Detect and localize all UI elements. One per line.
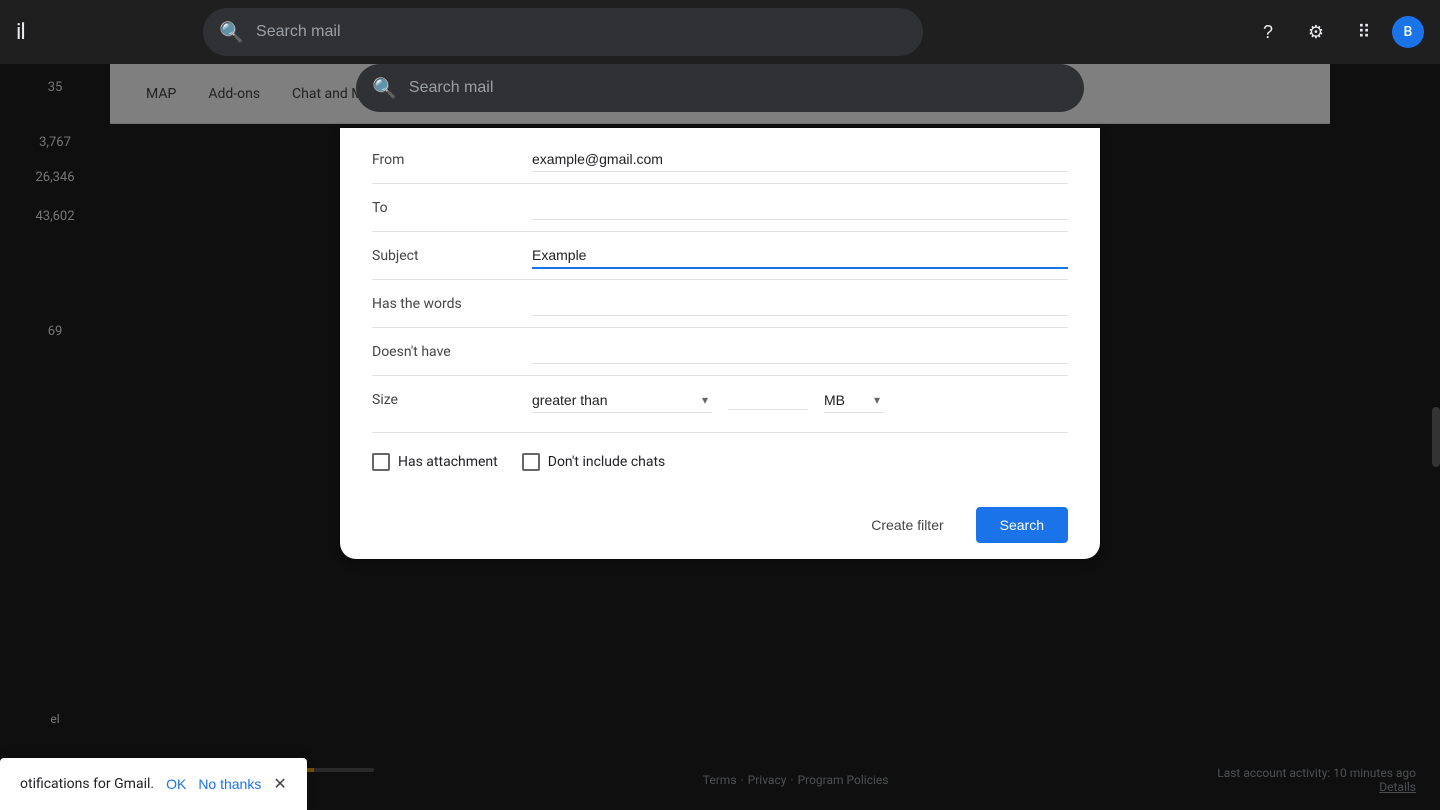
doesnt-have-input[interactable] — [532, 339, 1068, 364]
has-words-label: Has the words — [372, 296, 532, 312]
size-value-input[interactable] — [728, 393, 808, 410]
advanced-search-panel: 🔍 From To Subject — [340, 64, 1100, 559]
to-label: To — [372, 200, 532, 216]
dont-include-chats-checkbox-item[interactable]: Don't include chats — [522, 453, 666, 471]
dropdown-search-icon: 🔍 — [372, 76, 397, 100]
size-value-wrapper — [728, 391, 808, 410]
size-operator-select[interactable]: greater than less than — [532, 388, 712, 413]
has-attachment-label: Has attachment — [398, 454, 498, 470]
size-unit-wrapper: MB KB Bytes — [824, 388, 884, 413]
dont-include-chats-label: Don't include chats — [548, 454, 666, 470]
from-label: From — [372, 152, 532, 168]
from-row: From — [372, 136, 1068, 184]
action-buttons: Create filter Search — [340, 491, 1100, 551]
main-content: MAP Add-ons Chat and Meet Advanced Offli… — [0, 64, 1440, 810]
notification-ok-button[interactable]: OK — [166, 776, 186, 792]
gmail-logo: il — [16, 20, 25, 45]
top-bar-actions: ? ⚙ ⠿ B — [1248, 12, 1424, 52]
search-input[interactable] — [256, 23, 907, 41]
search-form: From To Subject Has the words — [340, 128, 1100, 491]
checkboxes-row: Has attachment Don't include chats — [372, 441, 1068, 483]
settings-button[interactable]: ⚙ — [1296, 12, 1336, 52]
top-bar: il 🔍 ? ⚙ ⠿ B — [0, 0, 1440, 64]
notification-no-thanks-button[interactable]: No thanks — [198, 776, 261, 792]
subject-row: Subject — [372, 232, 1068, 280]
doesnt-have-row: Doesn't have — [372, 328, 1068, 376]
size-label: Size — [372, 392, 532, 408]
dropdown-search-input[interactable] — [409, 79, 1068, 97]
search-dropdown-header[interactable]: 🔍 — [356, 64, 1084, 112]
subject-label: Subject — [372, 248, 532, 264]
has-attachment-checkbox[interactable] — [372, 453, 390, 471]
size-unit-select[interactable]: MB KB Bytes — [824, 388, 884, 413]
from-input[interactable] — [532, 147, 1068, 172]
doesnt-have-label: Doesn't have — [372, 344, 532, 360]
has-words-input[interactable] — [532, 291, 1068, 316]
size-row: Size greater than less than MB KB — [372, 376, 1068, 424]
avatar[interactable]: B — [1392, 16, 1424, 48]
to-input[interactable] — [532, 195, 1068, 220]
size-operator-wrapper: greater than less than — [532, 388, 712, 413]
create-filter-button[interactable]: Create filter — [855, 509, 959, 541]
has-words-row: Has the words — [372, 280, 1068, 328]
search-bar[interactable]: 🔍 — [203, 8, 923, 56]
dont-include-chats-checkbox[interactable] — [522, 453, 540, 471]
search-button[interactable]: Search — [976, 507, 1068, 543]
notification-text: otifications for Gmail. — [20, 776, 154, 792]
help-button[interactable]: ? — [1248, 12, 1288, 52]
notification-bar: otifications for Gmail. OK No thanks ✕ — [0, 758, 307, 810]
has-attachment-checkbox-item[interactable]: Has attachment — [372, 453, 498, 471]
apps-button[interactable]: ⠿ — [1344, 12, 1384, 52]
search-bar-container: 🔍 — [203, 8, 923, 56]
notification-close-button[interactable]: ✕ — [273, 774, 286, 794]
subject-input[interactable] — [532, 243, 1068, 269]
search-icon: 🔍 — [219, 20, 244, 44]
form-divider — [372, 432, 1068, 433]
to-row: To — [372, 184, 1068, 232]
